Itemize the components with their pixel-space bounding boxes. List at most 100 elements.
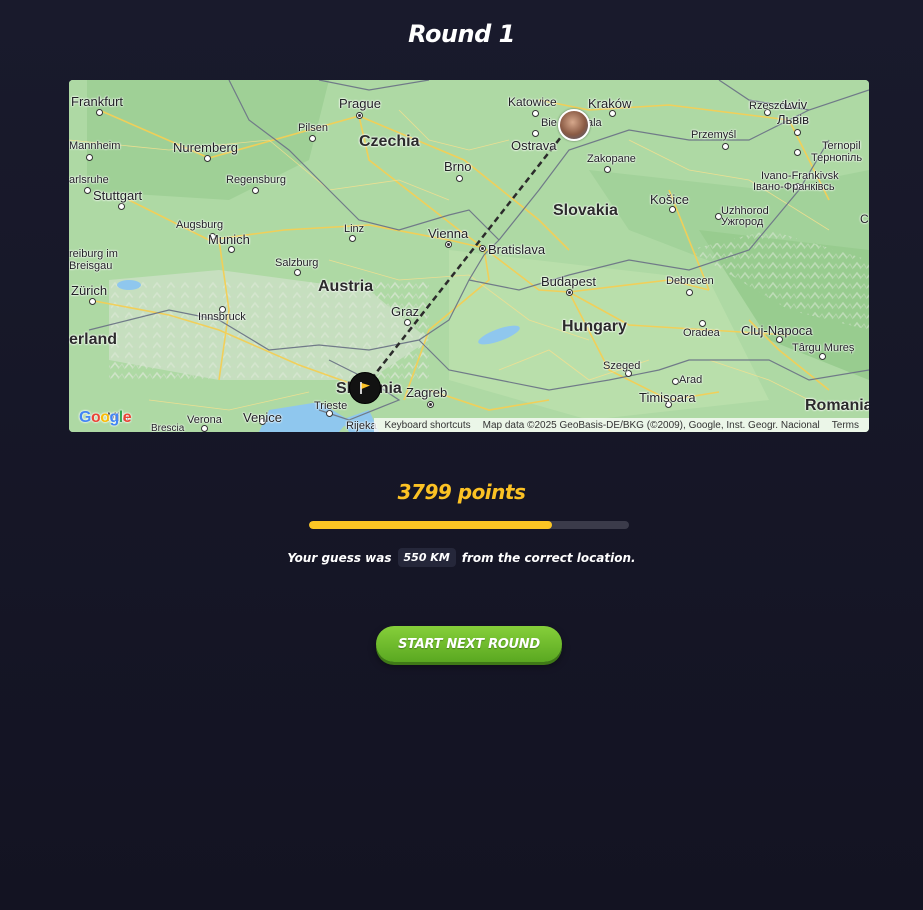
city-marker: [604, 166, 611, 173]
city-marker: [204, 155, 211, 162]
map-city-label: Salzburg: [275, 257, 319, 269]
city-marker: [722, 143, 729, 150]
map-city-label: Frankfurt: [71, 94, 124, 109]
map-city-label: arlsruhe: [69, 174, 109, 186]
city-marker: [89, 298, 96, 305]
map-city-label: Mannheim: [69, 140, 121, 152]
city-marker: [404, 319, 411, 326]
correct-location-marker[interactable]: [558, 109, 590, 141]
map-city-label: Stuttgart: [93, 188, 143, 203]
map-city-label: Brescia: [151, 423, 185, 432]
map-city-label: Тернопіль: [811, 152, 863, 164]
city-marker: [609, 110, 616, 117]
city-marker: [456, 175, 463, 182]
city-marker: [294, 269, 301, 276]
map-city-label: Venice: [243, 410, 283, 425]
score-progress-fill: [309, 521, 553, 529]
city-marker: [84, 187, 91, 194]
distance-line: [364, 122, 573, 388]
map-city-label: Katowice: [508, 95, 557, 109]
guess-summary: Your guess was 550 KM from the correct l…: [0, 548, 923, 567]
map-city-label: Rijeka: [346, 420, 377, 432]
map-city-label: Івано-Франківсь: [753, 181, 835, 193]
map-city-label: Львів: [777, 112, 810, 127]
map-city-label: Przemyśl: [691, 129, 737, 141]
map-city-label: Ternopil: [822, 140, 861, 152]
map-country-label: Austria: [318, 278, 374, 295]
map-city-label: Kraków: [588, 96, 632, 111]
map-city-label: C: [860, 212, 869, 226]
keyboard-shortcuts-link[interactable]: Keyboard shortcuts: [378, 420, 476, 431]
map-city-label: Budapest: [541, 274, 596, 289]
map-city-label: Graz: [391, 304, 420, 319]
map-city-label: Munich: [208, 232, 250, 247]
capital-marker: [566, 289, 573, 296]
map-city-label: Nuremberg: [173, 140, 239, 155]
map-city-label: Lviv: [784, 97, 808, 112]
map-city-label: Szeged: [603, 360, 641, 372]
round-title: Round 1: [408, 20, 515, 48]
map-city-label: Oradea: [683, 327, 720, 339]
city-marker: [228, 246, 235, 253]
map-city-label: Regensburg: [226, 174, 286, 186]
capital-marker: [479, 245, 486, 252]
map-city-label: Debrecen: [666, 275, 714, 287]
map-city-label: Ужгород: [721, 216, 764, 228]
city-marker: [794, 129, 801, 136]
map-city-label: Vienna: [428, 226, 469, 241]
map-city-label: Augsburg: [176, 219, 224, 231]
distance-badge: 550 KM: [397, 548, 456, 567]
map-data-text: Map data ©2025 GeoBasis-DE/BKG (©2009), …: [482, 419, 820, 431]
city-marker: [819, 353, 826, 360]
map-country-label: Czechia: [359, 133, 420, 150]
map-city-label: Cluj-Napoca: [741, 323, 813, 338]
capital-marker: [445, 241, 452, 248]
capital-marker: [356, 112, 363, 119]
map-city-label: Ostrava: [511, 138, 557, 153]
map-attribution: Keyboard shortcuts Map data ©2025 GeoBas…: [374, 418, 869, 432]
city-marker: [252, 187, 259, 194]
flag-icon: [360, 382, 370, 394]
city-marker: [201, 425, 208, 432]
map-country-label: Hungary: [562, 318, 627, 335]
score-progress-bar: [309, 521, 629, 529]
city-marker: [96, 109, 103, 116]
terms-link[interactable]: Terms: [826, 420, 865, 431]
guess-marker[interactable]: [349, 372, 381, 404]
map-city-label: Innsbruck: [198, 311, 246, 323]
map-city-label: Bratislava: [488, 242, 546, 257]
map-city-label: Bie: [541, 117, 557, 129]
map-city-label: Košice: [650, 192, 690, 207]
map-city-label: Verona: [187, 414, 222, 426]
map-city-label: Zürich: [71, 283, 108, 298]
map-city-label: Arad: [679, 374, 703, 386]
city-marker: [672, 378, 679, 385]
map-city-label: Pilsen: [298, 122, 328, 134]
guess-prefix: Your guess was: [287, 550, 392, 565]
map-city-label: Zagreb: [406, 385, 448, 400]
map-city-label: Târgu Mureș: [792, 342, 855, 354]
city-marker: [686, 289, 693, 296]
map-city-label: Linz: [344, 223, 365, 235]
result-map[interactable]: Czechia Slovakia Austria Hungary Sloveni…: [69, 80, 869, 432]
city-marker: [532, 110, 539, 117]
map-city-label: Timișoara: [639, 390, 696, 405]
city-marker: [309, 135, 316, 142]
city-marker: [699, 320, 706, 327]
map-city-label: Zakopane: [587, 153, 636, 165]
map-country-label: Slovakia: [553, 202, 618, 219]
map-city-label: reiburg im: [69, 248, 118, 260]
map-city-label: Trieste: [314, 400, 348, 412]
capital-marker: [427, 401, 434, 408]
map-city-label: Brno: [444, 159, 472, 174]
map-country-label: Romania: [805, 397, 869, 414]
city-marker: [794, 149, 801, 156]
city-marker: [669, 206, 676, 213]
city-marker: [118, 203, 125, 210]
guess-suffix: from the correct location.: [461, 550, 636, 565]
start-next-round-button[interactable]: START NEXT ROUND: [376, 626, 562, 662]
map-city-label: Breisgau: [69, 260, 113, 272]
city-marker: [532, 130, 539, 137]
points-score: 3799 points: [397, 480, 526, 504]
google-logo: Google: [79, 409, 132, 426]
